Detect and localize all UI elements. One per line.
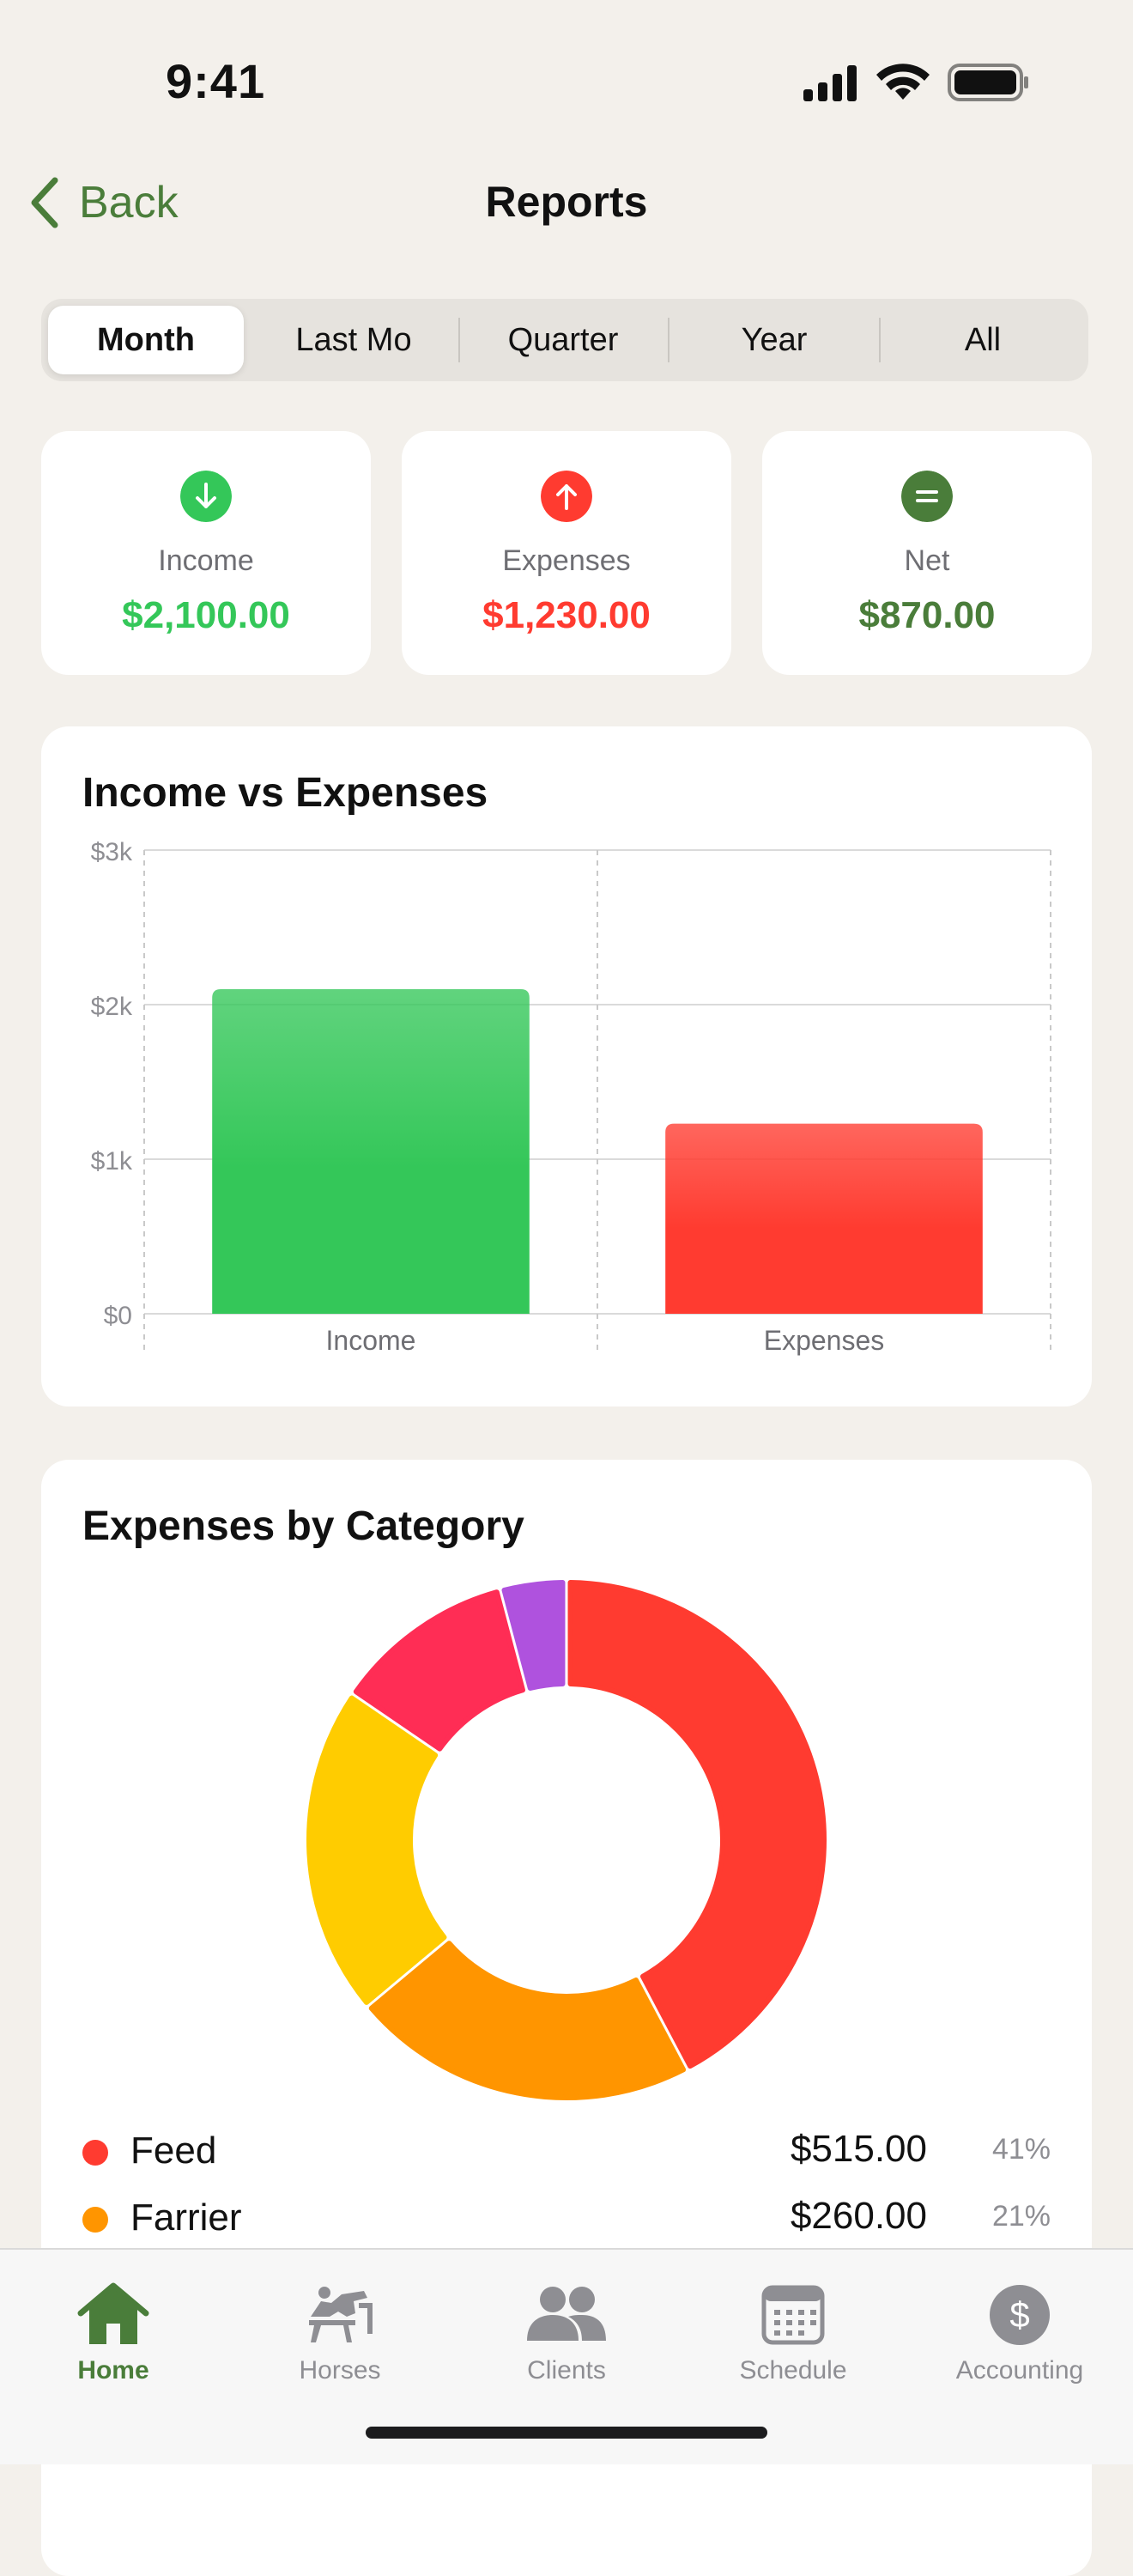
dollar-icon: $	[990, 2285, 1050, 2345]
tab-label: Clients	[527, 2356, 606, 2385]
segment-divider	[668, 318, 670, 362]
legend-amount: $260.00	[790, 2195, 927, 2237]
home-icon	[77, 2282, 149, 2344]
income-label: Income	[158, 544, 254, 577]
expenses-value: $1,230.00	[482, 594, 651, 636]
bar-income	[212, 989, 530, 1314]
bar-chart: $0 $1k $2k $3k Income Expenses	[91, 838, 1051, 1356]
tab-label: Horses	[299, 2356, 381, 2385]
net-summary-card: Net $870.00	[762, 431, 1092, 675]
battery-icon	[948, 64, 1028, 101]
legend-percent: 41%	[991, 2133, 1051, 2166]
expenses-label: Expenses	[502, 544, 631, 577]
wifi-icon	[876, 64, 930, 100]
donut-slice-2	[306, 1695, 447, 2005]
legend-dot	[82, 2207, 108, 2233]
legend-item-feed[interactable]: Feed $515.00 41%	[82, 2126, 1051, 2178]
donut-chart	[306, 1580, 827, 2100]
svg-text:$: $	[1009, 2294, 1029, 2335]
y-tick-label: $3k	[91, 838, 133, 866]
cellular-signal-icon	[803, 65, 857, 101]
income-value: $2,100.00	[122, 594, 290, 636]
legend-name: Feed	[130, 2129, 217, 2172]
net-value: $870.00	[858, 594, 996, 636]
bar-expenses	[665, 1123, 983, 1314]
segment-divider	[458, 318, 460, 362]
legend-item-farrier[interactable]: Farrier $260.00 21%	[82, 2193, 1051, 2245]
horse-icon	[309, 2287, 373, 2342]
tab-horses[interactable]: Horses	[227, 2265, 453, 2403]
legend-amount: $515.00	[790, 2128, 927, 2170]
expenses-summary-card: Expenses $1,230.00	[402, 431, 731, 675]
x-tick-label: Expenses	[764, 1325, 885, 1356]
home-indicator	[366, 2427, 767, 2439]
y-tick-label: $1k	[91, 1147, 133, 1176]
tab-accounting[interactable]: $ Accounting	[906, 2265, 1133, 2403]
arrow-down-icon	[180, 471, 232, 522]
tab-home[interactable]: Home	[0, 2265, 227, 2403]
page-title: Reports	[485, 178, 648, 226]
status-time: 9:41	[166, 54, 266, 108]
tab-clients[interactable]: Clients	[453, 2265, 680, 2403]
legend-name: Farrier	[130, 2196, 242, 2239]
tab-label: Home	[77, 2356, 149, 2385]
tab-schedule[interactable]: Schedule	[680, 2265, 906, 2403]
legend-percent: 21%	[991, 2200, 1051, 2233]
y-tick-label: $2k	[91, 993, 133, 1021]
tab-label: Accounting	[955, 2356, 1084, 2385]
period-segmented-control: Month Last Mo Quarter Year All	[41, 299, 1088, 381]
arrow-up-icon	[541, 471, 592, 522]
segment-last-month[interactable]: Last Mo	[252, 306, 455, 374]
segment-divider	[879, 318, 881, 362]
calendar-icon	[761, 2285, 825, 2345]
legend-dot	[82, 2140, 108, 2166]
segment-year[interactable]: Year	[673, 306, 876, 374]
clients-icon	[527, 2287, 606, 2341]
status-icons	[803, 64, 1028, 101]
y-tick-label: $0	[104, 1302, 132, 1330]
equals-icon	[901, 471, 953, 522]
income-vs-expenses-card: Income vs Expenses $0 $1k $2k $3k Income Expe…	[41, 726, 1092, 1406]
segment-quarter[interactable]: Quarter	[462, 306, 664, 374]
income-summary-card: Income $2,100.00	[41, 431, 371, 675]
tab-label: Schedule	[739, 2356, 847, 2385]
segment-month[interactable]: Month	[48, 306, 244, 374]
x-tick-label: Income	[326, 1325, 416, 1356]
segment-all[interactable]: All	[884, 306, 1082, 374]
donut-slice-farrier	[368, 1941, 687, 2100]
net-label: Net	[904, 544, 950, 577]
